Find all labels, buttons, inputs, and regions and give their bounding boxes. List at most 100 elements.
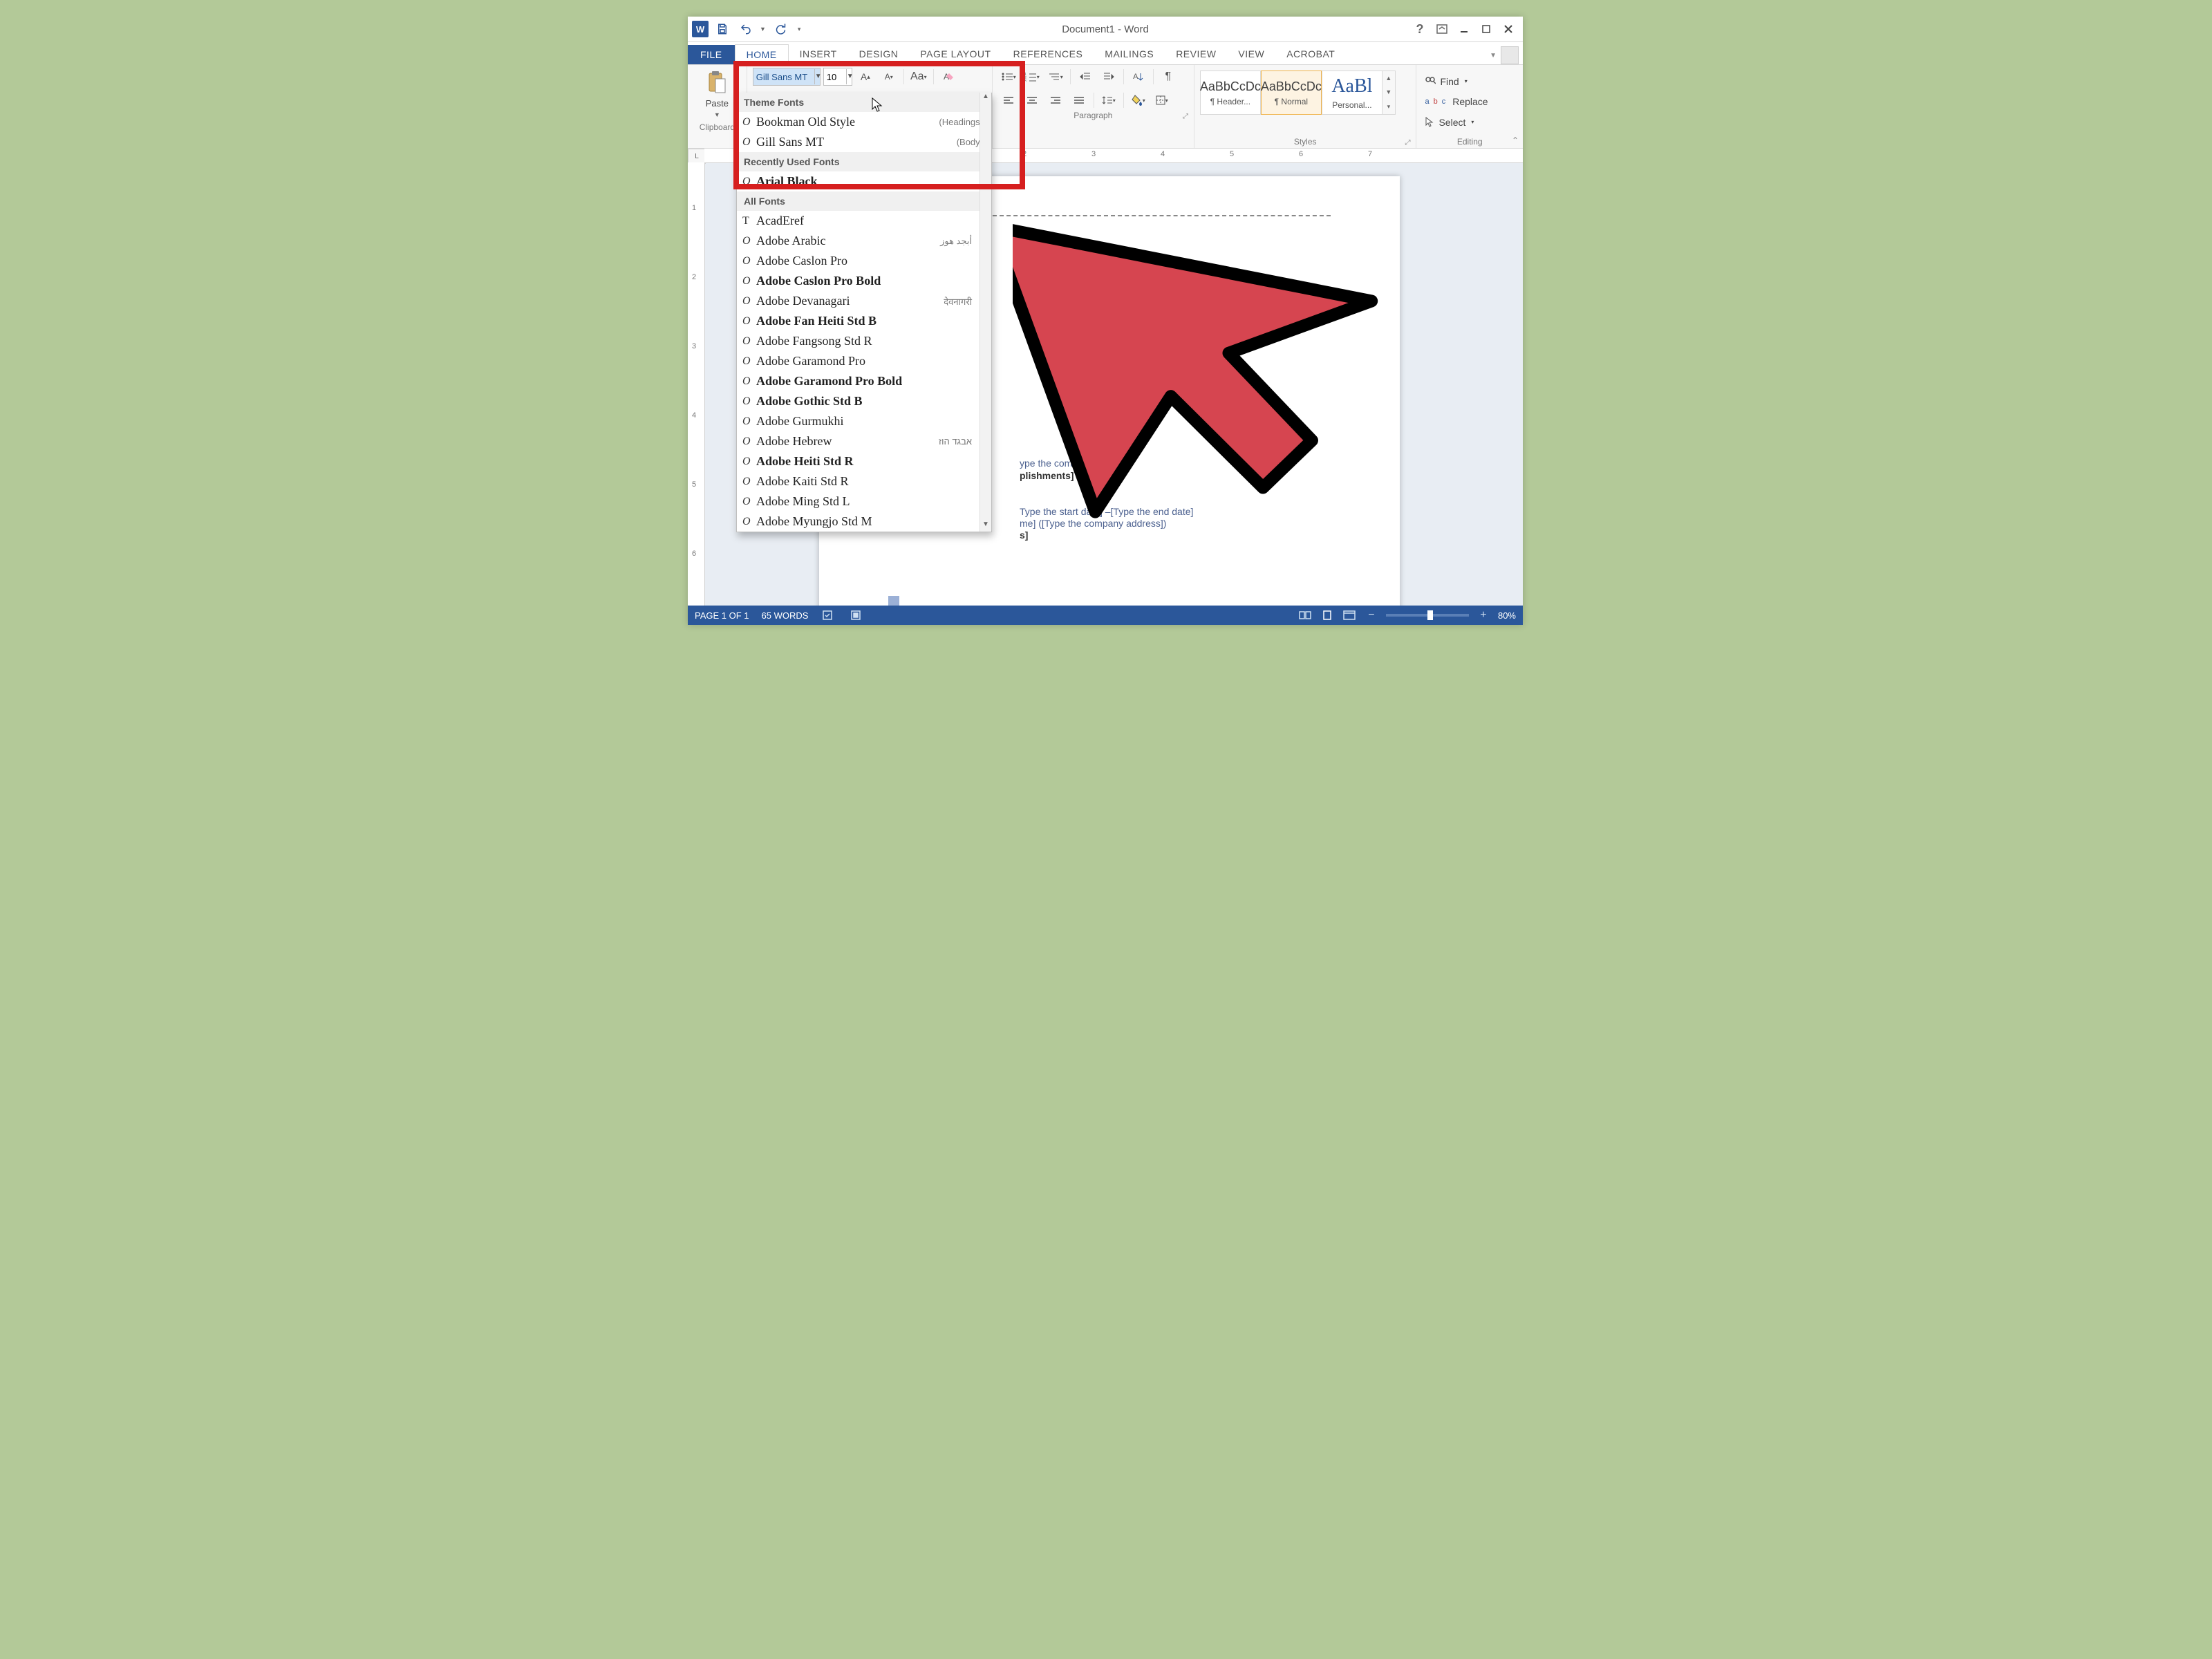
- shrink-font-button[interactable]: A▾: [879, 68, 899, 86]
- style-tile[interactable]: AaBbCcDc¶ Normal: [1261, 71, 1322, 115]
- font-option[interactable]: OAdobe Caslon Pro Bold: [737, 271, 980, 291]
- scroll-up-icon[interactable]: ▲: [980, 93, 991, 104]
- redo-button[interactable]: [770, 19, 789, 39]
- zoom-slider[interactable]: [1386, 614, 1469, 617]
- collapse-ribbon-caret-icon[interactable]: ⌃: [1512, 135, 1519, 145]
- undo-button[interactable]: [736, 19, 756, 39]
- font-dropdown-scrollbar[interactable]: ▲ ▼: [980, 93, 991, 532]
- font-option[interactable]: OAdobe Garamond Pro Bold: [737, 371, 980, 391]
- bullets-button[interactable]: ▾: [998, 68, 1019, 86]
- find-button[interactable]: Find▾: [1422, 75, 1517, 88]
- select-button[interactable]: Select▾: [1422, 115, 1517, 129]
- tab-page-layout[interactable]: PAGE LAYOUT: [909, 44, 1002, 64]
- change-case-button[interactable]: Aa ▾: [908, 68, 929, 86]
- placeholder-text[interactable]: Type the start date] –[Type the end date…: [1020, 506, 1193, 517]
- placeholder-text[interactable]: me] ([Type the company address]): [1020, 518, 1166, 529]
- font-option[interactable]: OAdobe Kaiti Std R: [737, 471, 980, 491]
- font-option[interactable]: OArial Black: [737, 171, 991, 191]
- tab-review[interactable]: REVIEW: [1165, 44, 1227, 64]
- font-name-input[interactable]: [753, 69, 814, 84]
- help-button[interactable]: ?: [1409, 19, 1430, 39]
- save-button[interactable]: [713, 19, 732, 39]
- find-label: Find: [1440, 76, 1459, 87]
- font-option[interactable]: OAdobe Gothic Std B: [737, 391, 980, 411]
- font-dropdown[interactable]: Theme Fonts OBookman Old Style(Headings)…: [736, 93, 992, 532]
- tab-insert[interactable]: INSERT: [789, 44, 848, 64]
- show-marks-button[interactable]: ¶: [1158, 68, 1179, 86]
- zoom-out-button[interactable]: −: [1364, 609, 1379, 621]
- tab-home[interactable]: HOME: [735, 44, 789, 65]
- account-avatar[interactable]: [1501, 46, 1519, 64]
- placeholder-text[interactable]: ype the completion date]: [1020, 458, 1125, 469]
- placeholder-text[interactable]: plishments]: [1020, 470, 1074, 481]
- align-center-button[interactable]: [1022, 91, 1042, 109]
- tab-design[interactable]: DESIGN: [848, 44, 910, 64]
- font-size-dropdown-icon[interactable]: ▼: [846, 69, 854, 84]
- font-size-combo[interactable]: ▼: [823, 68, 852, 86]
- style-tile[interactable]: AaBbCcDc¶ Header...: [1200, 71, 1261, 115]
- font-name-combo[interactable]: ▼: [753, 68, 821, 86]
- font-name-dropdown-icon[interactable]: ▼: [814, 69, 822, 84]
- font-size-input[interactable]: [824, 69, 846, 84]
- clipboard-group-label: Clipboard: [700, 122, 735, 132]
- tab-acrobat[interactable]: ACROBAT: [1275, 44, 1346, 64]
- multilevel-list-button[interactable]: ▾: [1045, 68, 1066, 86]
- font-option[interactable]: OAdobe Fangsong Std R: [737, 331, 980, 351]
- page-indicator[interactable]: PAGE 1 OF 1: [695, 610, 749, 621]
- font-option[interactable]: OAdobe Heiti Std R: [737, 451, 980, 471]
- macro-icon[interactable]: [848, 609, 863, 621]
- undo-dropdown-icon[interactable]: ▼: [760, 26, 766, 32]
- word-count[interactable]: 65 WORDS: [762, 610, 809, 621]
- spellcheck-icon[interactable]: [821, 609, 836, 621]
- tab-references[interactable]: REFERENCES: [1002, 44, 1094, 64]
- scroll-down-icon[interactable]: ▼: [980, 521, 991, 532]
- font-option[interactable]: TAcadEref: [737, 211, 980, 231]
- justify-button[interactable]: [1069, 91, 1089, 109]
- font-option[interactable]: OAdobe Arabicأبجد هوز: [737, 231, 980, 251]
- font-option[interactable]: OGill Sans MT(Body): [737, 132, 991, 152]
- close-button[interactable]: [1498, 19, 1519, 39]
- paragraph-launcher-icon[interactable]: ⤢: [1183, 113, 1188, 120]
- paste-button[interactable]: Paste ▼: [693, 68, 741, 121]
- read-mode-button[interactable]: [1297, 609, 1313, 621]
- collapse-ribbon-icon[interactable]: ▼: [1490, 52, 1497, 59]
- tab-mailings[interactable]: MAILINGS: [1094, 44, 1165, 64]
- sort-button[interactable]: A: [1128, 68, 1149, 86]
- grow-font-button[interactable]: A▴: [855, 68, 876, 86]
- zoom-level[interactable]: 80%: [1498, 610, 1516, 621]
- qat-customize-icon[interactable]: ▾: [798, 26, 801, 33]
- font-option[interactable]: OAdobe Devanagariदेवनागरी: [737, 291, 980, 311]
- print-layout-button[interactable]: [1320, 609, 1335, 621]
- font-option[interactable]: OAdobe Caslon Pro: [737, 251, 980, 271]
- web-layout-button[interactable]: [1342, 609, 1357, 621]
- ribbon-display-button[interactable]: [1432, 19, 1452, 39]
- maximize-button[interactable]: [1476, 19, 1497, 39]
- font-option[interactable]: OAdobe Gurmukhi: [737, 411, 980, 431]
- line-spacing-button[interactable]: ▾: [1098, 91, 1119, 109]
- tab-view[interactable]: VIEW: [1227, 44, 1275, 64]
- align-right-button[interactable]: [1045, 91, 1066, 109]
- ruler-corner[interactable]: L: [688, 149, 706, 164]
- style-tile[interactable]: AaBlPersonal...: [1322, 71, 1382, 115]
- vertical-ruler[interactable]: 123456: [688, 162, 705, 606]
- styles-more-button[interactable]: ▲▼▾: [1382, 71, 1396, 115]
- font-option[interactable]: OAdobe Garamond Pro: [737, 351, 980, 371]
- borders-button[interactable]: ▾: [1152, 91, 1172, 109]
- font-option[interactable]: OAdobe Myungjo Std M: [737, 512, 980, 532]
- numbering-button[interactable]: 123▾: [1022, 68, 1042, 86]
- replace-button[interactable]: abc Replace: [1422, 95, 1517, 109]
- zoom-in-button[interactable]: +: [1476, 609, 1491, 621]
- placeholder-text[interactable]: s]: [1020, 529, 1028, 541]
- font-option[interactable]: OBookman Old Style(Headings): [737, 112, 991, 132]
- align-left-button[interactable]: [998, 91, 1019, 109]
- increase-indent-button[interactable]: [1098, 68, 1119, 86]
- font-option[interactable]: OAdobe Hebrewאבגד הוז: [737, 431, 980, 451]
- tab-file[interactable]: FILE: [688, 45, 735, 64]
- font-option[interactable]: OAdobe Fan Heiti Std B: [737, 311, 980, 331]
- font-option[interactable]: OAdobe Ming Std L: [737, 491, 980, 512]
- decrease-indent-button[interactable]: [1075, 68, 1096, 86]
- minimize-button[interactable]: [1454, 19, 1474, 39]
- shading-button[interactable]: ▾: [1128, 91, 1149, 109]
- styles-launcher-icon[interactable]: ⤢: [1405, 139, 1410, 147]
- clear-formatting-button[interactable]: A: [938, 68, 959, 86]
